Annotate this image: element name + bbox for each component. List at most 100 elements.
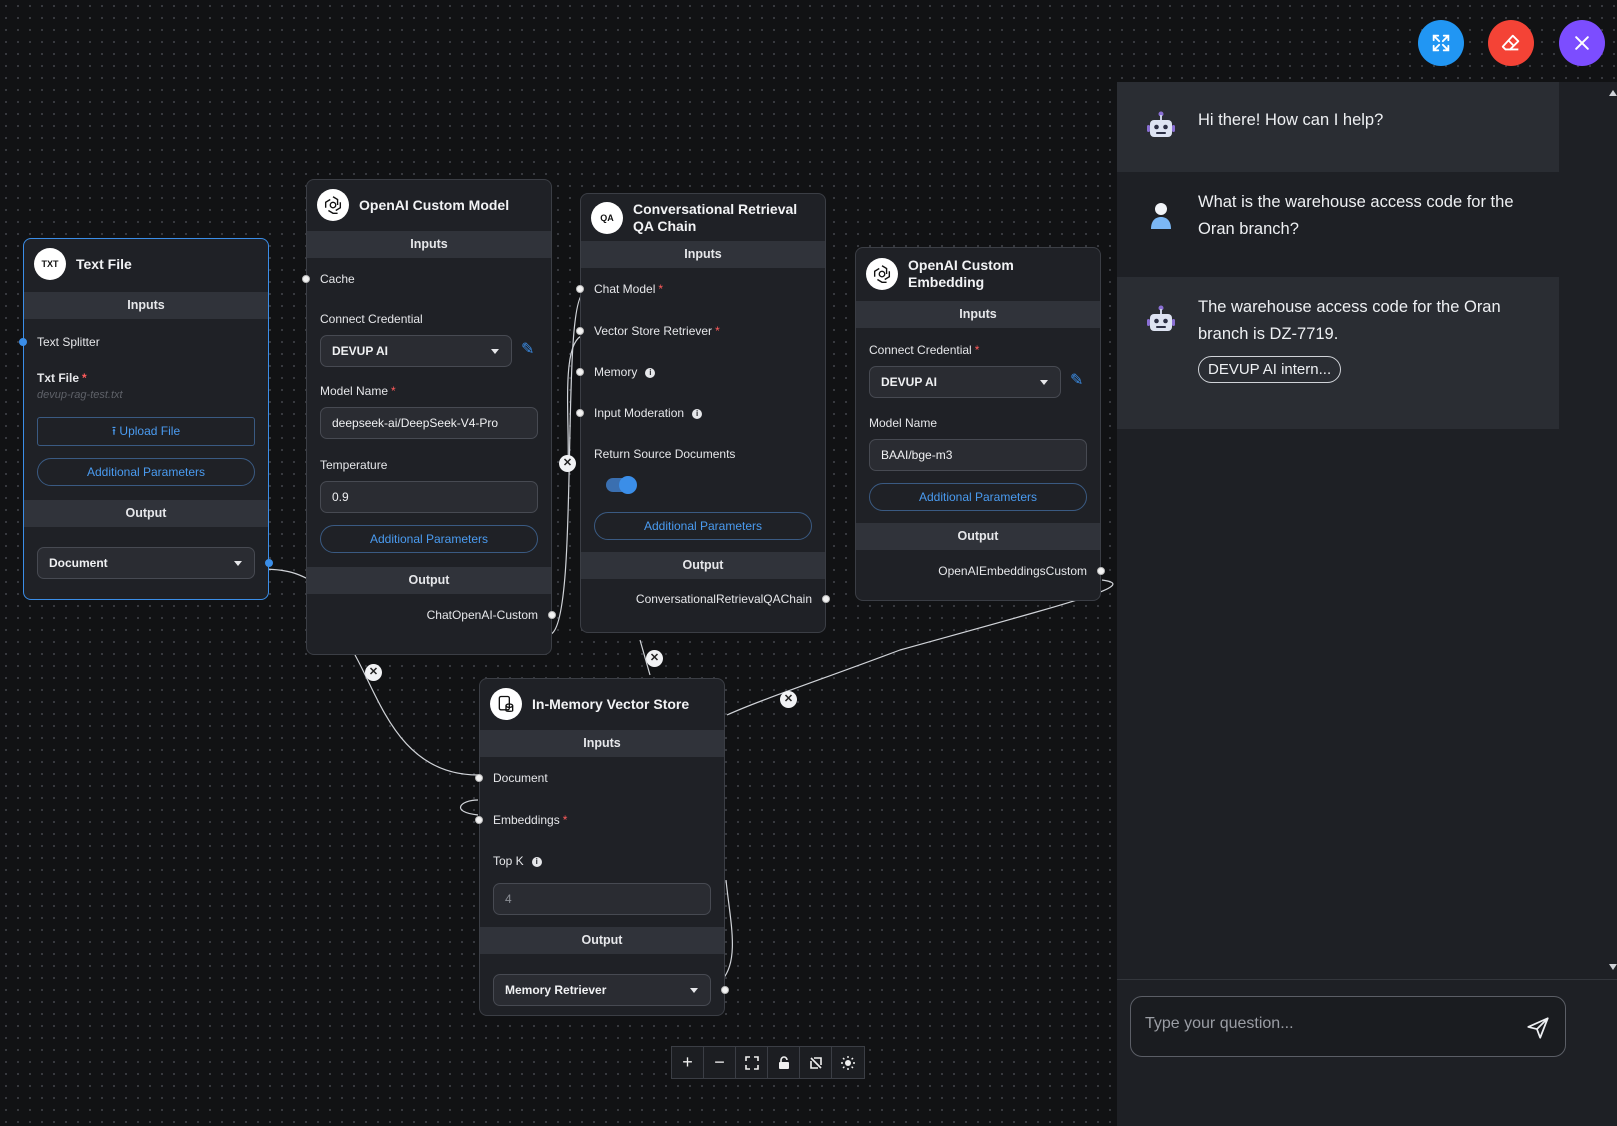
- delete-edge-button[interactable]: ✕: [365, 664, 382, 681]
- canvas-controls: + −: [671, 1046, 865, 1079]
- chat-model-handle[interactable]: [576, 285, 584, 293]
- output-header: Output: [24, 500, 268, 527]
- close-chat-button[interactable]: [1559, 20, 1605, 66]
- node-header: OpenAI Custom Embedding: [856, 248, 1100, 300]
- openai-embedding-node[interactable]: OpenAI Custom Embedding Inputs Connect C…: [855, 247, 1105, 601]
- embeddings-output-handle[interactable]: [1097, 567, 1105, 575]
- node-title: In-Memory Vector Store: [532, 695, 690, 712]
- database-icon: [490, 688, 522, 720]
- chevron-down-icon: [690, 988, 698, 993]
- zoom-out-button[interactable]: −: [704, 1047, 736, 1078]
- scroll-up-icon[interactable]: [1609, 90, 1617, 96]
- chat-divider: [1117, 979, 1617, 980]
- temperature-label: Temperature: [320, 458, 388, 472]
- delete-edge-button[interactable]: ✕: [780, 691, 797, 708]
- vector-store-node[interactable]: In-Memory Vector Store Inputs Document E…: [475, 678, 729, 1016]
- node-title: OpenAI Custom Model: [359, 196, 510, 213]
- memory-label: Memory: [594, 365, 638, 379]
- scrollbar-track[interactable]: [1608, 82, 1617, 982]
- input-moderation-handle[interactable]: [576, 409, 584, 417]
- required-marker: *: [82, 371, 87, 385]
- node-header: OpenAI Custom Model: [307, 180, 551, 230]
- lock-button[interactable]: [768, 1047, 800, 1078]
- openai-icon: [866, 258, 898, 290]
- upload-file-button[interactable]: ⭱ Upload File: [37, 417, 255, 446]
- credential-select[interactable]: DEVUP AI: [869, 366, 1061, 398]
- output-select[interactable]: Memory Retriever: [493, 974, 711, 1006]
- openai-icon: [317, 189, 349, 221]
- qa-chain-output-handle[interactable]: [822, 595, 830, 603]
- top-k-label: Top K: [493, 854, 524, 868]
- delete-edge-button[interactable]: ✕: [646, 650, 663, 667]
- output-header: Output: [581, 552, 825, 579]
- output-header: Output: [480, 927, 724, 954]
- vector-retriever-handle[interactable]: [576, 327, 584, 335]
- background-toggle-button[interactable]: [832, 1047, 864, 1078]
- fit-view-button[interactable]: [736, 1047, 768, 1078]
- required-marker: *: [562, 813, 568, 827]
- robot-icon: [1144, 109, 1180, 172]
- output-value: ChatOpenAI-Custom: [426, 608, 538, 622]
- model-name-input[interactable]: deepseek-ai/DeepSeek-V4-Pro: [320, 407, 538, 439]
- document-label: Document: [493, 771, 548, 785]
- qa-chain-node[interactable]: QA Conversational Retrieval QA Chain Inp…: [576, 193, 830, 633]
- expand-icon: [1432, 34, 1450, 52]
- output-select-value: Document: [49, 556, 108, 570]
- upload-icon: ⭱: [111, 424, 117, 438]
- chat-message-text: Hi there! How can I help?: [1198, 111, 1384, 129]
- cache-handle[interactable]: [302, 275, 310, 283]
- model-name-input[interactable]: BAAI/bge-m3: [869, 439, 1087, 471]
- chat-message-user: What is the warehouse access code for th…: [1117, 172, 1559, 277]
- txt-file-icon: TXT: [34, 248, 66, 280]
- send-button[interactable]: [1525, 1015, 1551, 1046]
- output-header: Output: [307, 567, 551, 594]
- clear-chat-button[interactable]: [1488, 20, 1534, 66]
- cache-label: Cache: [320, 272, 355, 286]
- chevron-down-icon: [234, 561, 242, 566]
- expand-chat-button[interactable]: [1418, 20, 1464, 66]
- additional-parameters-button[interactable]: Additional Parameters: [594, 512, 812, 540]
- credential-select[interactable]: DEVUP AI: [320, 335, 512, 367]
- delete-edge-button[interactable]: ✕: [559, 455, 576, 472]
- document-output-handle[interactable]: [265, 559, 273, 567]
- openai-custom-model-node[interactable]: OpenAI Custom Model Inputs Cache Connect…: [302, 179, 556, 655]
- chat-input-box: [1130, 996, 1566, 1057]
- source-document-chip[interactable]: DEVUP AI intern...: [1198, 356, 1342, 383]
- additional-parameters-button[interactable]: Additional Parameters: [320, 525, 538, 553]
- info-icon[interactable]: i: [645, 368, 656, 378]
- document-input-handle[interactable]: [475, 774, 483, 782]
- inputs-header: Inputs: [480, 730, 724, 757]
- zoom-in-button[interactable]: +: [672, 1047, 704, 1078]
- plus-icon: +: [682, 1052, 693, 1072]
- memory-handle[interactable]: [576, 368, 584, 376]
- temperature-input[interactable]: 0.9: [320, 481, 538, 513]
- chat-model-output-handle[interactable]: [548, 611, 556, 619]
- scroll-down-icon[interactable]: [1609, 964, 1617, 970]
- input-moderation-label: Input Moderation: [594, 406, 685, 420]
- chat-message-bot: The warehouse access code for the Oran b…: [1117, 277, 1559, 429]
- output-select[interactable]: Document: [37, 547, 255, 579]
- additional-parameters-button[interactable]: Additional Parameters: [869, 483, 1087, 511]
- additional-parameters-button[interactable]: Additional Parameters: [37, 458, 255, 486]
- txt-file-value: devup-rag-test.txt: [37, 389, 123, 401]
- user-icon: [1144, 198, 1180, 277]
- chat-message-bot: Hi there! How can I help?: [1117, 82, 1559, 172]
- top-k-input[interactable]: 4: [493, 883, 711, 915]
- output-header: Output: [856, 523, 1100, 550]
- edit-credential-icon[interactable]: ✎: [521, 339, 534, 359]
- chat-question-input[interactable]: [1145, 1015, 1505, 1033]
- credential-label: Connect Credential: [869, 343, 972, 357]
- text-file-node[interactable]: TXT Text File Inputs Text Splitter Txt F…: [19, 238, 273, 600]
- return-source-toggle[interactable]: [606, 476, 637, 494]
- info-icon[interactable]: i: [531, 857, 542, 867]
- model-name-label: Model Name: [320, 384, 389, 398]
- retriever-output-handle[interactable]: [721, 986, 729, 994]
- snap-grid-button[interactable]: [800, 1047, 832, 1078]
- background-icon: [841, 1055, 855, 1070]
- edit-credential-icon[interactable]: ✎: [1070, 370, 1083, 390]
- text-splitter-handle[interactable]: [19, 338, 27, 346]
- info-icon[interactable]: i: [692, 409, 703, 419]
- chat-model-label: Chat Model: [594, 282, 656, 296]
- embeddings-input-handle[interactable]: [475, 816, 483, 824]
- inputs-header: Inputs: [856, 301, 1100, 328]
